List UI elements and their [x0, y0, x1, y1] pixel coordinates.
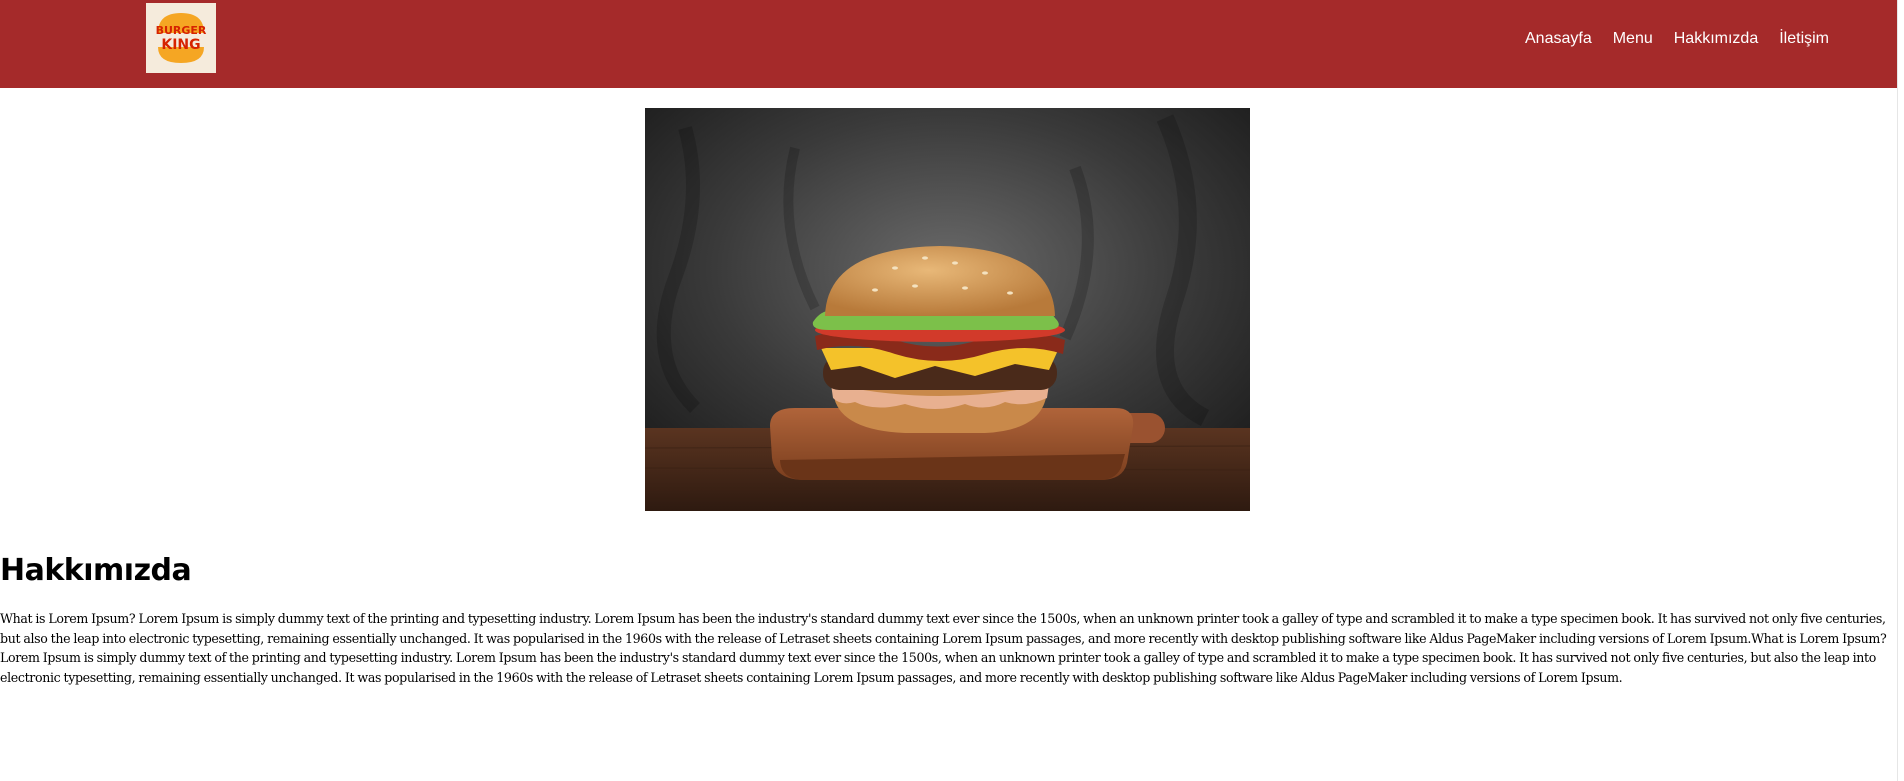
scrollbar-track[interactable] — [1897, 0, 1904, 781]
hero-image — [645, 108, 1250, 511]
main-nav: Anasayfa Menu Hakkımızda İletişim — [1525, 29, 1829, 49]
burger-king-logo-icon: BURGER KING — [146, 3, 216, 73]
nav-link-anasayfa[interactable]: Anasayfa — [1525, 29, 1592, 49]
section-title-hakkimizda: Hakkımızda — [0, 553, 192, 588]
nav-link-hakkimizda[interactable]: Hakkımızda — [1674, 29, 1758, 49]
navbar: BURGER KING Anasayfa Menu Hakkımızda İle… — [0, 0, 1898, 88]
nav-link-iletisim[interactable]: İletişim — [1779, 29, 1829, 49]
logo-text-burger: BURGER — [156, 24, 207, 37]
burger-photo-icon — [645, 108, 1250, 511]
nav-link-menu[interactable]: Menu — [1613, 29, 1653, 49]
logo-text-king: KING — [161, 37, 200, 53]
burger-king-logo[interactable]: BURGER KING — [146, 3, 216, 73]
about-paragraph: What is Lorem Ipsum? Lorem Ipsum is simp… — [0, 611, 1887, 685]
